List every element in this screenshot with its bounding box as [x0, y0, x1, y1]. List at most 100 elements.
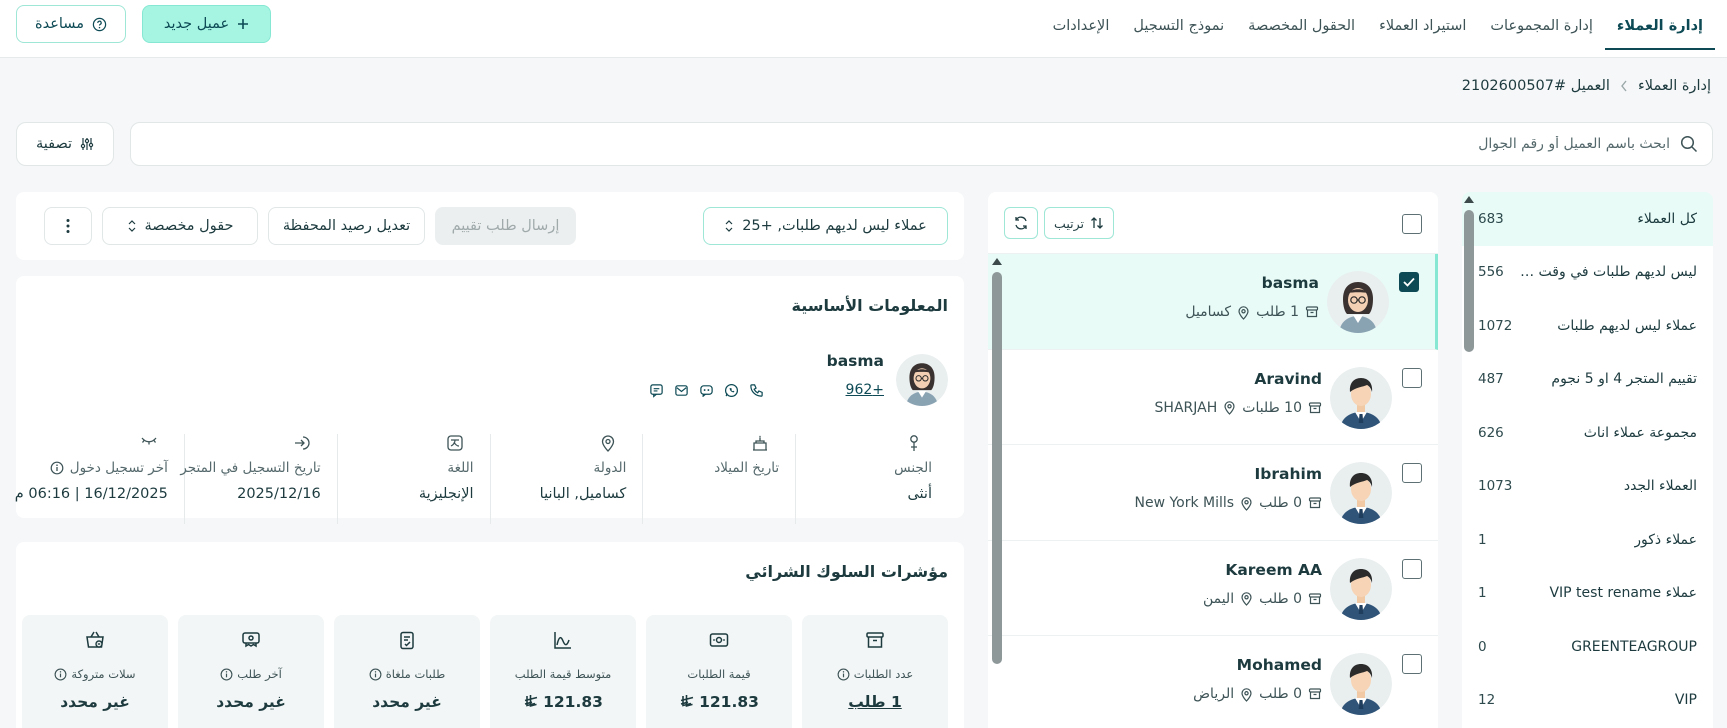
- info-icon[interactable]: [50, 461, 64, 475]
- group-item[interactable]: تقييم المتجر 4 او 5 نجوم 487: [1462, 353, 1713, 407]
- customer-row[interactable]: Ibrahim 0 طلب New York Mills: [988, 445, 1438, 541]
- customer-row[interactable]: Kareem AA 0 طلب اليمن: [988, 541, 1438, 636]
- nav-import-customers[interactable]: استيراد العملاء: [1367, 4, 1478, 50]
- kpi-label: قيمة الطلبات: [687, 667, 751, 681]
- customer-name: Ibrahim: [1254, 465, 1322, 483]
- nav-settings[interactable]: الإعدادات: [1041, 4, 1122, 50]
- help-button[interactable]: مساعدة: [16, 5, 126, 43]
- groups-scrollbar[interactable]: [1462, 196, 1476, 728]
- nav-registration-form[interactable]: نموذج التسجيل: [1121, 4, 1236, 50]
- kpi-card: طلبات ملغاة غير محدد: [334, 615, 480, 728]
- select-all-checkbox[interactable]: [1402, 214, 1422, 234]
- clipboard-check-icon: [396, 629, 418, 651]
- field-value: الإنجليزية: [418, 486, 474, 502]
- kpi-value-row: 121.83: [646, 693, 792, 711]
- field-label-with-info: آخر تسجيل دخول: [50, 460, 168, 476]
- edit-wallet-button[interactable]: تعديل رصيد المحفظة: [268, 207, 425, 245]
- whatsapp-icon[interactable]: [724, 383, 739, 398]
- sms-icon[interactable]: [649, 383, 664, 398]
- group-item[interactable]: عملاء ذكور 1: [1462, 513, 1713, 567]
- info-icon[interactable]: [369, 668, 382, 681]
- phone-icon[interactable]: [749, 383, 764, 398]
- customer-meta: 0 طلب New York Mills: [1134, 495, 1322, 511]
- more-options-button[interactable]: [44, 207, 92, 245]
- group-count: 556: [1478, 264, 1504, 281]
- kpi-label-row: عدد الطلبات: [802, 667, 948, 681]
- customer-checkbox[interactable]: [1399, 272, 1419, 292]
- customer-location: الرياض: [1193, 686, 1235, 702]
- group-select[interactable]: عملاء ليس لديهم طلبات, +25: [703, 207, 948, 245]
- behavior-title: مؤشرات السلوك الشرائي: [745, 562, 948, 581]
- group-item[interactable]: VIP 12: [1462, 674, 1713, 728]
- location-pin-icon: [1237, 305, 1250, 320]
- chevron-left-icon: [1620, 80, 1628, 92]
- kpi-value-row: 121.83: [490, 693, 636, 711]
- kpi-label: متوسط قيمة الطلب: [514, 667, 612, 681]
- groups-sidebar: كل العملاء 683 ليس لديهم طلبات في وقت مح…: [1462, 192, 1713, 728]
- chat-bot-icon[interactable]: [699, 383, 714, 398]
- customer-checkbox[interactable]: [1402, 463, 1422, 483]
- customer-row[interactable]: Mohamed 0 طلب الرياض: [988, 636, 1438, 728]
- refresh-button[interactable]: [1004, 207, 1038, 239]
- info-icon[interactable]: [220, 668, 233, 681]
- field-label: الدولة: [593, 460, 627, 476]
- group-name: عملاء ذكور: [1634, 531, 1697, 548]
- customer-location: SHARJAH: [1154, 399, 1218, 416]
- question-icon: [92, 17, 107, 32]
- customer-checkbox[interactable]: [1402, 367, 1422, 388]
- group-item[interactable]: عملاء VIP test rename 1: [1462, 567, 1713, 621]
- avatar: [896, 354, 948, 406]
- edit-wallet-label: تعديل رصيد المحفظة: [282, 218, 411, 234]
- group-item[interactable]: العملاء الجدد 1073: [1462, 460, 1713, 514]
- customer-orders: 0 طلب: [1259, 495, 1302, 511]
- box-icon: [1305, 305, 1319, 319]
- customer-checkbox[interactable]: [1402, 558, 1422, 579]
- customer-row[interactable]: basma 1 طلب كساميل: [988, 254, 1438, 350]
- behavior-card: مؤشرات السلوك الشرائي عدد الطلبات 1 طلب …: [16, 542, 964, 728]
- filter-sliders-icon: [80, 137, 94, 151]
- nav-custom-fields[interactable]: الحقول المخصصة: [1236, 4, 1367, 50]
- breadcrumb: إدارة العملاء العميل #2102600507: [1462, 78, 1711, 94]
- sort-button[interactable]: ترتيب: [1044, 207, 1114, 239]
- custom-fields-select[interactable]: حقول مخصصة: [102, 207, 258, 245]
- group-count: 12: [1478, 692, 1496, 709]
- kpi-card: سلات متروكة غير محدد: [22, 615, 168, 728]
- custom-fields-label: حقول مخصصة: [144, 218, 234, 234]
- breadcrumb-root[interactable]: إدارة العملاء: [1638, 78, 1711, 94]
- kpi-label-row: آخر طلب: [178, 667, 324, 681]
- customer-checkbox[interactable]: [1402, 654, 1422, 674]
- avatar: [1330, 462, 1392, 524]
- group-item[interactable]: مجموعة عملاء اناث 626: [1462, 406, 1713, 460]
- nav-groups-management[interactable]: إدارة المجموعات: [1478, 4, 1605, 50]
- kpi-value: 1 طلب: [848, 693, 902, 711]
- info-icon[interactable]: [54, 668, 67, 681]
- send-rating-button[interactable]: إرسال طلب تقييم: [435, 207, 576, 245]
- phone-number[interactable]: +962: [774, 382, 884, 398]
- group-name: تقييم المتجر 4 او 5 نجوم: [1551, 371, 1697, 388]
- group-count: 683: [1478, 210, 1504, 227]
- group-item[interactable]: كل العملاء 683: [1462, 192, 1713, 246]
- kpi-value-row[interactable]: 1 طلب: [802, 693, 948, 711]
- riyal-icon: [523, 694, 539, 710]
- customer-row[interactable]: Aravind 10 طلبات SHARJAH: [988, 350, 1438, 445]
- new-customer-button[interactable]: عميل جديد: [142, 5, 271, 43]
- customers-list-scrollbar[interactable]: [990, 258, 1004, 664]
- group-name: مجموعة عملاء اناث: [1583, 424, 1697, 441]
- email-icon[interactable]: [674, 383, 689, 398]
- info-icon[interactable]: [837, 668, 850, 681]
- group-count: 487: [1478, 371, 1504, 388]
- breadcrumb-current: العميل #2102600507: [1461, 78, 1610, 94]
- group-item[interactable]: ليس لديهم طلبات في وقت محدد 556: [1462, 246, 1713, 300]
- kpi-card: عدد الطلبات 1 طلب: [802, 615, 948, 728]
- kpi-label: طلبات ملغاة: [385, 667, 446, 681]
- search-input[interactable]: [131, 123, 1670, 165]
- search-icon: [1680, 135, 1698, 153]
- top-bar: إدارة العملاء إدارة المجموعات استيراد ال…: [0, 0, 1727, 58]
- filter-button[interactable]: تصفية: [16, 122, 114, 166]
- group-item[interactable]: عملاء ليس لديهم طلبات 1072: [1462, 299, 1713, 353]
- location-pin-icon: [1240, 591, 1253, 606]
- box-icon: [1308, 401, 1322, 415]
- nav-customers-management[interactable]: إدارة العملاء: [1604, 4, 1715, 50]
- field-label: الجنس: [894, 460, 932, 476]
- group-item[interactable]: GREENTEAGROUP 0: [1462, 620, 1713, 674]
